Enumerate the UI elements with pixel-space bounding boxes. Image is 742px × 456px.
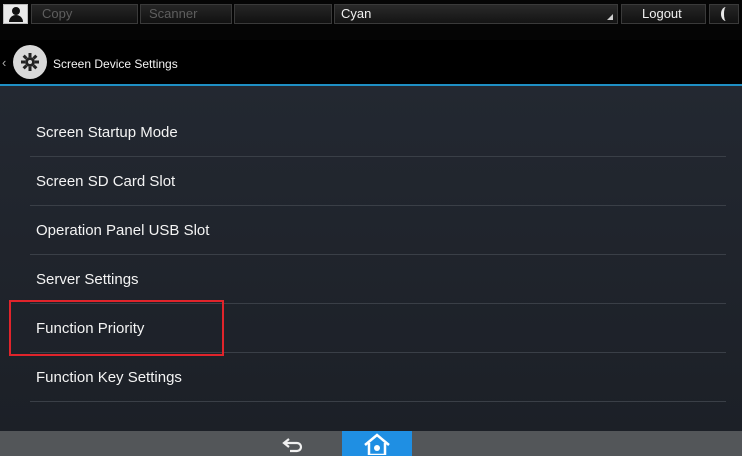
empty-app-tab[interactable] [234,4,332,24]
user-name-text: Cyan [341,6,372,21]
top-status-bar: Copy Scanner Cyan Logout [0,0,742,40]
user-name-field[interactable]: Cyan [334,4,618,24]
logout-button[interactable]: Logout [621,4,706,24]
moon-icon [721,7,731,21]
gear-icon [13,45,47,79]
screen-header: ‹ Screen Device Settings [0,44,742,84]
resize-corner-icon [607,14,613,20]
energy-saver-button[interactable] [709,4,739,24]
home-button[interactable] [342,431,412,456]
back-arrow-icon [282,438,303,453]
copy-app-tab[interactable]: Copy [31,4,138,24]
home-icon [364,433,390,455]
back-button[interactable] [268,431,328,456]
list-item-screen-sd-card-slot[interactable]: Screen SD Card Slot [30,157,726,206]
scanner-app-tab[interactable]: Scanner [140,4,232,24]
settings-list: Screen Startup Mode Screen SD Card Slot … [0,86,742,431]
highlight-box [9,300,224,356]
chevron-left-icon[interactable]: ‹ [2,55,6,70]
list-item-server-settings[interactable]: Server Settings [30,255,726,304]
user-icon-body [9,15,23,22]
list-item-function-key-settings[interactable]: Function Key Settings [30,353,726,402]
bottom-nav-bar [0,431,742,456]
list-item-operation-panel-usb-slot[interactable]: Operation Panel USB Slot [30,206,726,255]
user-icon [12,7,20,15]
user-button[interactable] [3,4,28,24]
list-item-screen-startup-mode[interactable]: Screen Startup Mode [30,108,726,157]
page-title: Screen Device Settings [53,57,178,71]
